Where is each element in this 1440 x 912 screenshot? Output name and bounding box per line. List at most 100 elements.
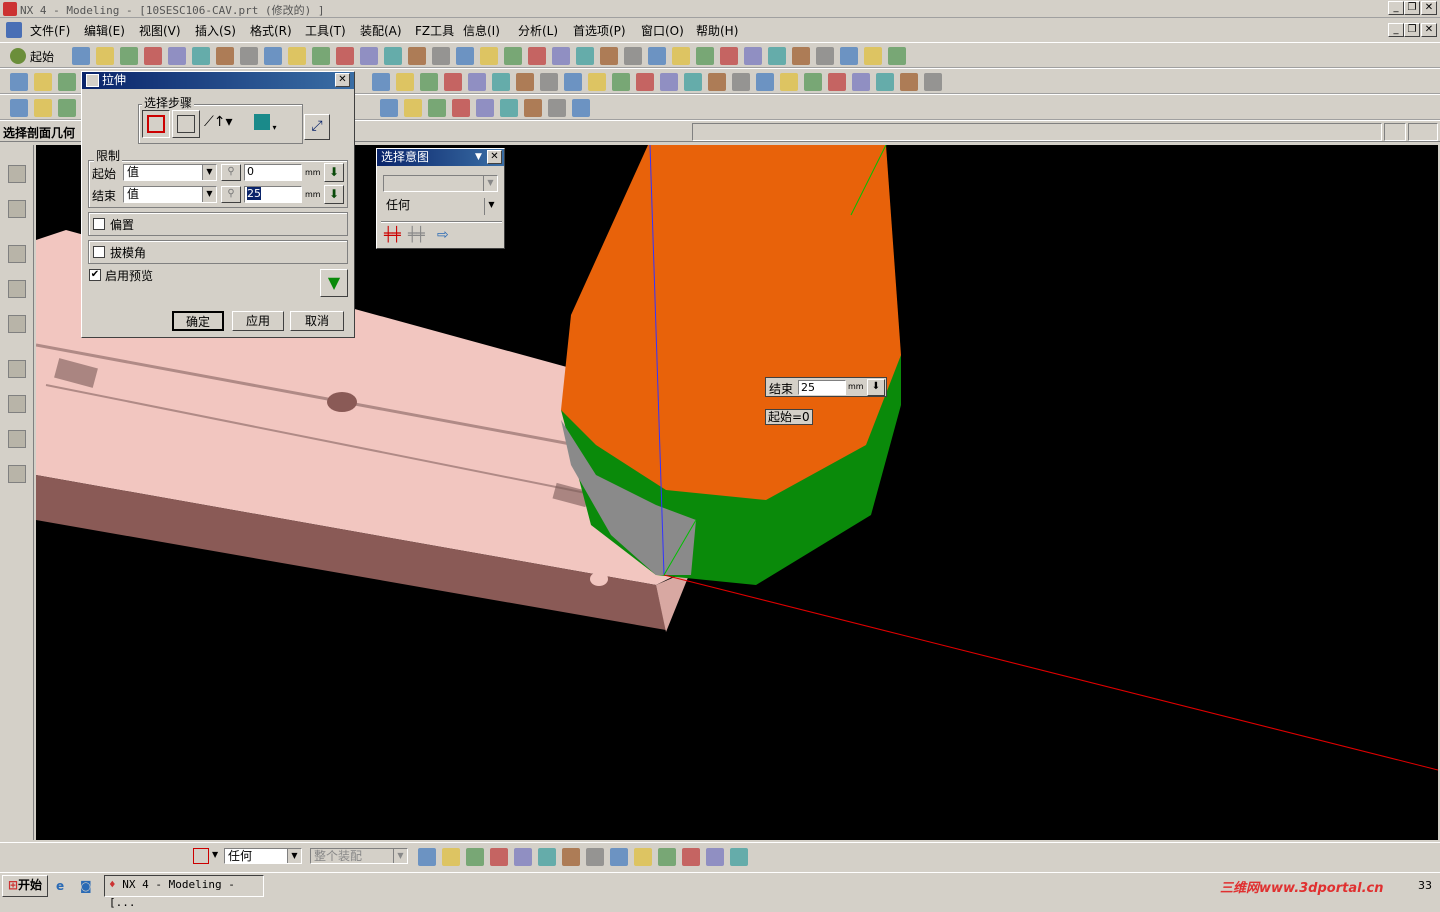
standard-tool-icon[interactable]: [360, 47, 378, 65]
chevron-down-icon[interactable]: ▼: [475, 149, 482, 166]
standard-tool-icon[interactable]: [840, 47, 858, 65]
feature-tool-icon[interactable]: [540, 73, 558, 91]
standard-tool-icon[interactable]: [480, 47, 498, 65]
feature-tool-icon[interactable]: [660, 73, 678, 91]
snap-tool-icon[interactable]: [538, 848, 556, 866]
standard-tool-icon[interactable]: [432, 47, 450, 65]
standard-tool-icon[interactable]: [888, 47, 906, 65]
standard-tool-icon[interactable]: [144, 47, 162, 65]
menu-item-7[interactable]: FZ工具: [415, 22, 454, 39]
start-menu-button[interactable]: ⊞开始: [2, 875, 48, 897]
snap-tool-icon[interactable]: [586, 848, 604, 866]
end-onscreen-arrow-button[interactable]: ⬇: [867, 379, 885, 396]
feature-tool-icon[interactable]: [828, 73, 846, 91]
snap-tool-icon[interactable]: [610, 848, 628, 866]
feature-tool-icon[interactable]: [852, 73, 870, 91]
feature-tool-icon[interactable]: [492, 73, 510, 91]
feature-tool-icon[interactable]: [468, 73, 486, 91]
edit-tool-icon[interactable]: [572, 99, 590, 117]
snap-tool-icon[interactable]: [466, 848, 484, 866]
feature-tool-icon[interactable]: [636, 73, 654, 91]
menu-item-3[interactable]: 插入(S): [195, 22, 236, 39]
resource-tab-icon[interactable]: [8, 465, 26, 483]
resource-tab-icon[interactable]: [8, 280, 26, 298]
feature-tool-icon[interactable]: [684, 73, 702, 91]
feature-tool-icon[interactable]: [34, 73, 52, 91]
menu-item-11[interactable]: 窗口(O): [641, 22, 684, 39]
desktop-icon[interactable]: ◙: [80, 879, 96, 895]
feature-tool-icon[interactable]: [780, 73, 798, 91]
standard-tool-icon[interactable]: [240, 47, 258, 65]
resource-tab-icon[interactable]: [8, 430, 26, 448]
resource-tab-icon[interactable]: [8, 360, 26, 378]
feature-tool-icon[interactable]: [58, 73, 76, 91]
close-button[interactable]: ✕: [1421, 1, 1437, 15]
feature-tool-icon[interactable]: [396, 73, 414, 91]
start-arrow-button[interactable]: ⬇: [324, 163, 344, 182]
snap-tool-icon[interactable]: [658, 848, 676, 866]
start-measure-button[interactable]: ⚲: [221, 164, 241, 181]
edit-tool-icon[interactable]: [380, 99, 398, 117]
menu-item-10[interactable]: 首选项(P): [573, 22, 626, 39]
chevron-down-icon[interactable]: ▼: [212, 850, 218, 859]
standard-tool-icon[interactable]: [624, 47, 642, 65]
menu-item-1[interactable]: 编辑(E): [84, 22, 125, 39]
end-measure-button[interactable]: ⚲: [221, 186, 241, 203]
snap-tool-icon[interactable]: [514, 848, 532, 866]
menu-item-12[interactable]: 帮助(H): [696, 22, 738, 39]
end-limit-input[interactable]: 25: [244, 186, 302, 203]
standard-tool-icon[interactable]: [816, 47, 834, 65]
edit-tool-icon[interactable]: [452, 99, 470, 117]
intent-filter-select[interactable]: 任何 ▼: [383, 198, 498, 215]
follow-fillet-icon[interactable]: ╪╪: [408, 227, 425, 243]
standard-tool-icon[interactable]: [648, 47, 666, 65]
feature-tool-icon[interactable]: [804, 73, 822, 91]
vector-icon[interactable]: ⟋↑▾: [204, 114, 240, 134]
menu-item-8[interactable]: 信息(I): [463, 22, 500, 39]
edit-tool-icon[interactable]: [428, 99, 446, 117]
resource-tab-icon[interactable]: [8, 165, 26, 183]
snap-tool-icon[interactable]: [730, 848, 748, 866]
stop-at-intersection-icon[interactable]: ╪╪: [384, 227, 401, 243]
resource-tab-icon[interactable]: [8, 395, 26, 413]
snap-tool-icon[interactable]: [442, 848, 460, 866]
standard-tool-icon[interactable]: [192, 47, 210, 65]
feature-tool-icon[interactable]: [564, 73, 582, 91]
type-filter-select[interactable]: 任何 ▼: [224, 848, 302, 864]
feature-tool-icon[interactable]: [732, 73, 750, 91]
standard-tool-icon[interactable]: [744, 47, 762, 65]
standard-tool-icon[interactable]: [264, 47, 282, 65]
menu-item-0[interactable]: 文件(F): [30, 22, 70, 39]
doc-minimize-button[interactable]: _: [1388, 23, 1404, 37]
doc-restore-button[interactable]: ❐: [1404, 23, 1420, 37]
ok-button[interactable]: 确定: [172, 311, 224, 331]
standard-tool-icon[interactable]: [168, 47, 186, 65]
standard-tool-icon[interactable]: [312, 47, 330, 65]
preview-toggle-button[interactable]: ▼: [320, 269, 348, 297]
end-limit-type-select[interactable]: 值 ▼: [123, 186, 217, 203]
selection-intent-close-button[interactable]: ✕: [487, 150, 502, 164]
feature-tool-icon[interactable]: [516, 73, 534, 91]
snap-tool-icon[interactable]: [682, 848, 700, 866]
edit-tool-icon[interactable]: [500, 99, 518, 117]
edit-tool-icon[interactable]: [524, 99, 542, 117]
feature-tool-icon[interactable]: [444, 73, 462, 91]
standard-tool-icon[interactable]: [408, 47, 426, 65]
feature-tool-icon[interactable]: [612, 73, 630, 91]
reverse-direction-button[interactable]: ⤢: [304, 114, 330, 140]
feature-tool-icon[interactable]: [10, 73, 28, 91]
feature-tool-icon[interactable]: [372, 73, 390, 91]
feature-tool-icon[interactable]: [708, 73, 726, 91]
edit-tool-icon[interactable]: [10, 99, 28, 117]
edit-tool-icon[interactable]: [476, 99, 494, 117]
end-onscreen-input[interactable]: 25: [798, 380, 846, 395]
snap-tool-icon[interactable]: [490, 848, 508, 866]
doc-close-button[interactable]: ✕: [1421, 23, 1437, 37]
menu-item-5[interactable]: 工具(T): [305, 22, 346, 39]
standard-tool-icon[interactable]: [528, 47, 546, 65]
type-filter-icon[interactable]: [193, 848, 209, 864]
feature-tool-icon[interactable]: [900, 73, 918, 91]
edit-tool-icon[interactable]: [548, 99, 566, 117]
standard-tool-icon[interactable]: [696, 47, 714, 65]
menu-item-4[interactable]: 格式(R): [250, 22, 292, 39]
